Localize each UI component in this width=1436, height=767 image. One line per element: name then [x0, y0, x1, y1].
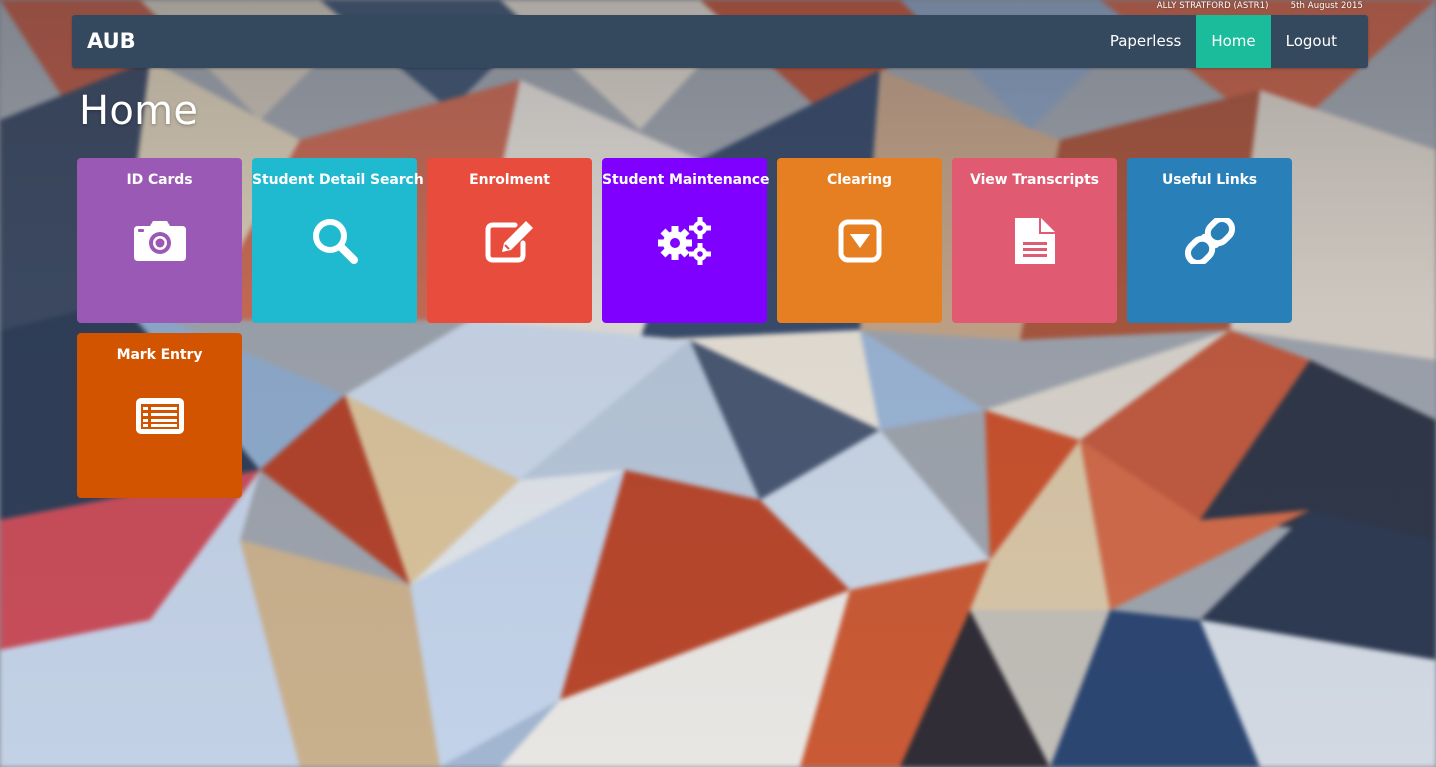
tile-label: Student Maintenance	[602, 172, 770, 188]
tile-id-cards[interactable]: ID Cards	[77, 158, 242, 323]
tile-mark-entry[interactable]: Mark Entry	[77, 333, 242, 498]
nav-link-home[interactable]: Home	[1196, 15, 1271, 68]
list-alt-icon	[77, 391, 242, 441]
brand-logo[interactable]: AUB	[72, 15, 136, 68]
nav-link-paperless[interactable]: Paperless	[1095, 15, 1197, 68]
caret-square-down-icon	[777, 216, 942, 266]
gears-icon	[602, 216, 767, 266]
tile-useful-links[interactable]: Useful Links	[1127, 158, 1292, 323]
tile-label: Mark Entry	[116, 347, 203, 363]
tile-enrolment[interactable]: Enrolment	[427, 158, 592, 323]
top-navbar: AUB Paperless Home Logout	[72, 15, 1368, 68]
tile-label: Clearing	[827, 172, 892, 188]
tile-student-detail-search[interactable]: Student Detail Search	[252, 158, 424, 323]
tile-label: View Transcripts	[970, 172, 1099, 188]
edit-icon	[427, 216, 592, 266]
tile-view-transcripts[interactable]: View Transcripts	[952, 158, 1117, 323]
page-title: Home	[79, 88, 199, 134]
tile-clearing[interactable]: Clearing	[777, 158, 942, 323]
tile-label: ID Cards	[126, 172, 193, 188]
search-icon	[252, 216, 417, 266]
user-name: ALLY STRATFORD (ASTR1)	[1156, 1, 1269, 11]
tile-student-maintenance[interactable]: Student Maintenance	[602, 158, 770, 323]
user-info-bar: ALLY STRATFORD (ASTR1) 5th August 2015	[1157, 1, 1363, 13]
document-icon	[952, 216, 1117, 266]
nav-link-logout[interactable]: Logout	[1271, 15, 1352, 68]
link-icon	[1127, 216, 1292, 266]
nav-links: Paperless Home Logout	[1095, 15, 1352, 68]
tile-label: Useful Links	[1161, 172, 1258, 188]
camera-icon	[77, 216, 242, 266]
tile-label: Student Detail Search	[252, 172, 424, 188]
current-date: 5th August 2015	[1290, 1, 1363, 11]
tile-label: Enrolment	[469, 172, 550, 188]
